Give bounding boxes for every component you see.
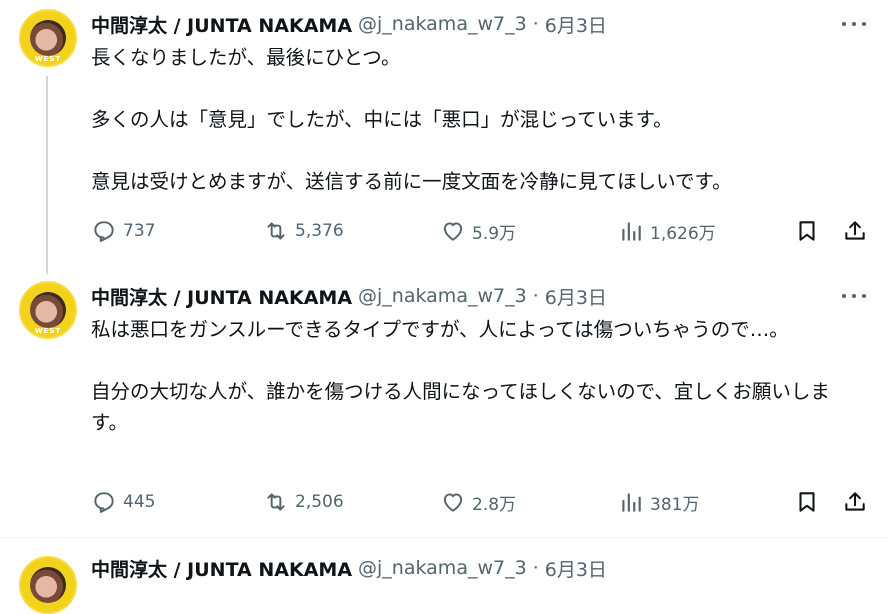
action-bar: 737 5,376 5.9万 1,626万 [91, 215, 867, 247]
tweet-text: 長くなりましたが、最後にひとつ。 多くの人は「意見」でしたが、中には「悪口」が混… [91, 42, 866, 197]
author-handle[interactable]: @j_nakama_w7_3 [358, 13, 527, 35]
action-bar: 445 2,506 2.8万 381万 [91, 486, 867, 518]
separator: · [532, 13, 539, 35]
reply-button[interactable]: 737 [91, 215, 155, 247]
tweet-paragraph: 自分の大切な人が、誰かを傷つける人間になってほしくないので、宜しくお願いします。 [91, 380, 830, 434]
retweet-count: 2,506 [295, 492, 344, 512]
reply-button[interactable]: 445 [91, 486, 155, 518]
share-icon [845, 492, 865, 511]
bookmark-button[interactable] [794, 215, 826, 247]
like-count: 5.9万 [472, 223, 517, 244]
views-count: 1,626万 [650, 223, 716, 244]
avatar[interactable]: WEST [19, 281, 77, 339]
bookmark-icon [799, 492, 815, 512]
tweet-paragraph: 私は悪口をガンスルーできるタイプですが、人によっては傷ついちゃうので…。 [91, 318, 789, 341]
reply-count: 737 [123, 221, 156, 241]
tweet-date[interactable]: 6月3日 [545, 11, 607, 38]
tweet-paragraph: 長くなりましたが、最後にひとつ。 [91, 46, 401, 69]
retweet-button[interactable]: 2,506 [263, 486, 344, 518]
tweet[interactable]: 中間淳太 / JUNTA NAKAMA @j_nakama_w7_3 · 6月3… [0, 540, 888, 614]
reply-icon [94, 492, 114, 513]
share-button[interactable] [842, 486, 874, 518]
reply-icon [94, 221, 114, 242]
author-handle[interactable]: @j_nakama_w7_3 [358, 285, 527, 307]
bookmark-icon [799, 221, 815, 241]
like-button[interactable]: 5.9万 [440, 215, 516, 247]
bookmark-button[interactable] [794, 486, 826, 518]
views-button[interactable]: 381万 [618, 486, 699, 518]
reply-count: 445 [123, 492, 156, 512]
more-icon[interactable] [842, 286, 866, 306]
retweet-count: 5,376 [295, 221, 344, 241]
views-button[interactable]: 1,626万 [618, 215, 716, 247]
timeline: WEST 中間淳太 / JUNTA NAKAMA @j_nakama_w7_3 … [0, 0, 888, 614]
retweet-icon [267, 222, 285, 240]
like-button[interactable]: 2.8万 [440, 486, 516, 518]
avatar[interactable] [19, 556, 77, 614]
tweet-date[interactable]: 6月3日 [545, 283, 607, 310]
share-icon [845, 221, 865, 240]
like-icon [443, 493, 463, 512]
views-count: 381万 [650, 494, 700, 515]
author-name[interactable]: 中間淳太 / JUNTA NAKAMA [91, 555, 352, 582]
author-handle[interactable]: @j_nakama_w7_3 [358, 557, 527, 579]
author-name[interactable]: 中間淳太 / JUNTA NAKAMA [91, 283, 352, 310]
tweet[interactable]: WEST 中間淳太 / JUNTA NAKAMA @j_nakama_w7_3 … [0, 270, 888, 540]
separator: · [532, 557, 539, 579]
tweet-date[interactable]: 6月3日 [545, 555, 607, 582]
separator: · [532, 285, 539, 307]
divider [0, 537, 888, 538]
views-icon [622, 493, 641, 512]
retweet-button[interactable]: 5,376 [263, 215, 344, 247]
tweet-header: 中間淳太 / JUNTA NAKAMA @j_nakama_w7_3 · 6月3… [91, 282, 868, 310]
retweet-icon [267, 493, 285, 511]
tweet-header: 中間淳太 / JUNTA NAKAMA @j_nakama_w7_3 · 6月3… [91, 10, 868, 38]
tweet[interactable]: WEST 中間淳太 / JUNTA NAKAMA @j_nakama_w7_3 … [0, 0, 888, 274]
more-icon[interactable] [842, 14, 866, 34]
tweet-header: 中間淳太 / JUNTA NAKAMA @j_nakama_w7_3 · 6月3… [91, 554, 868, 582]
avatar[interactable]: WEST [19, 9, 77, 67]
share-button[interactable] [842, 215, 874, 247]
author-name[interactable]: 中間淳太 / JUNTA NAKAMA [91, 11, 352, 38]
thread-connector [46, 76, 48, 274]
tweet-text: 私は悪口をガンスルーできるタイプですが、人によっては傷ついちゃうので…。 自分の… [91, 314, 866, 438]
like-count: 2.8万 [472, 494, 517, 515]
tweet-paragraph: 多くの人は「意見」でしたが、中には「悪口」が混じっています。 [91, 108, 673, 131]
like-icon [443, 222, 463, 241]
views-icon [622, 222, 641, 241]
tweet-paragraph: 意見は受けとめますが、送信する前に一度文面を冷静に見てほしいです。 [91, 170, 732, 193]
